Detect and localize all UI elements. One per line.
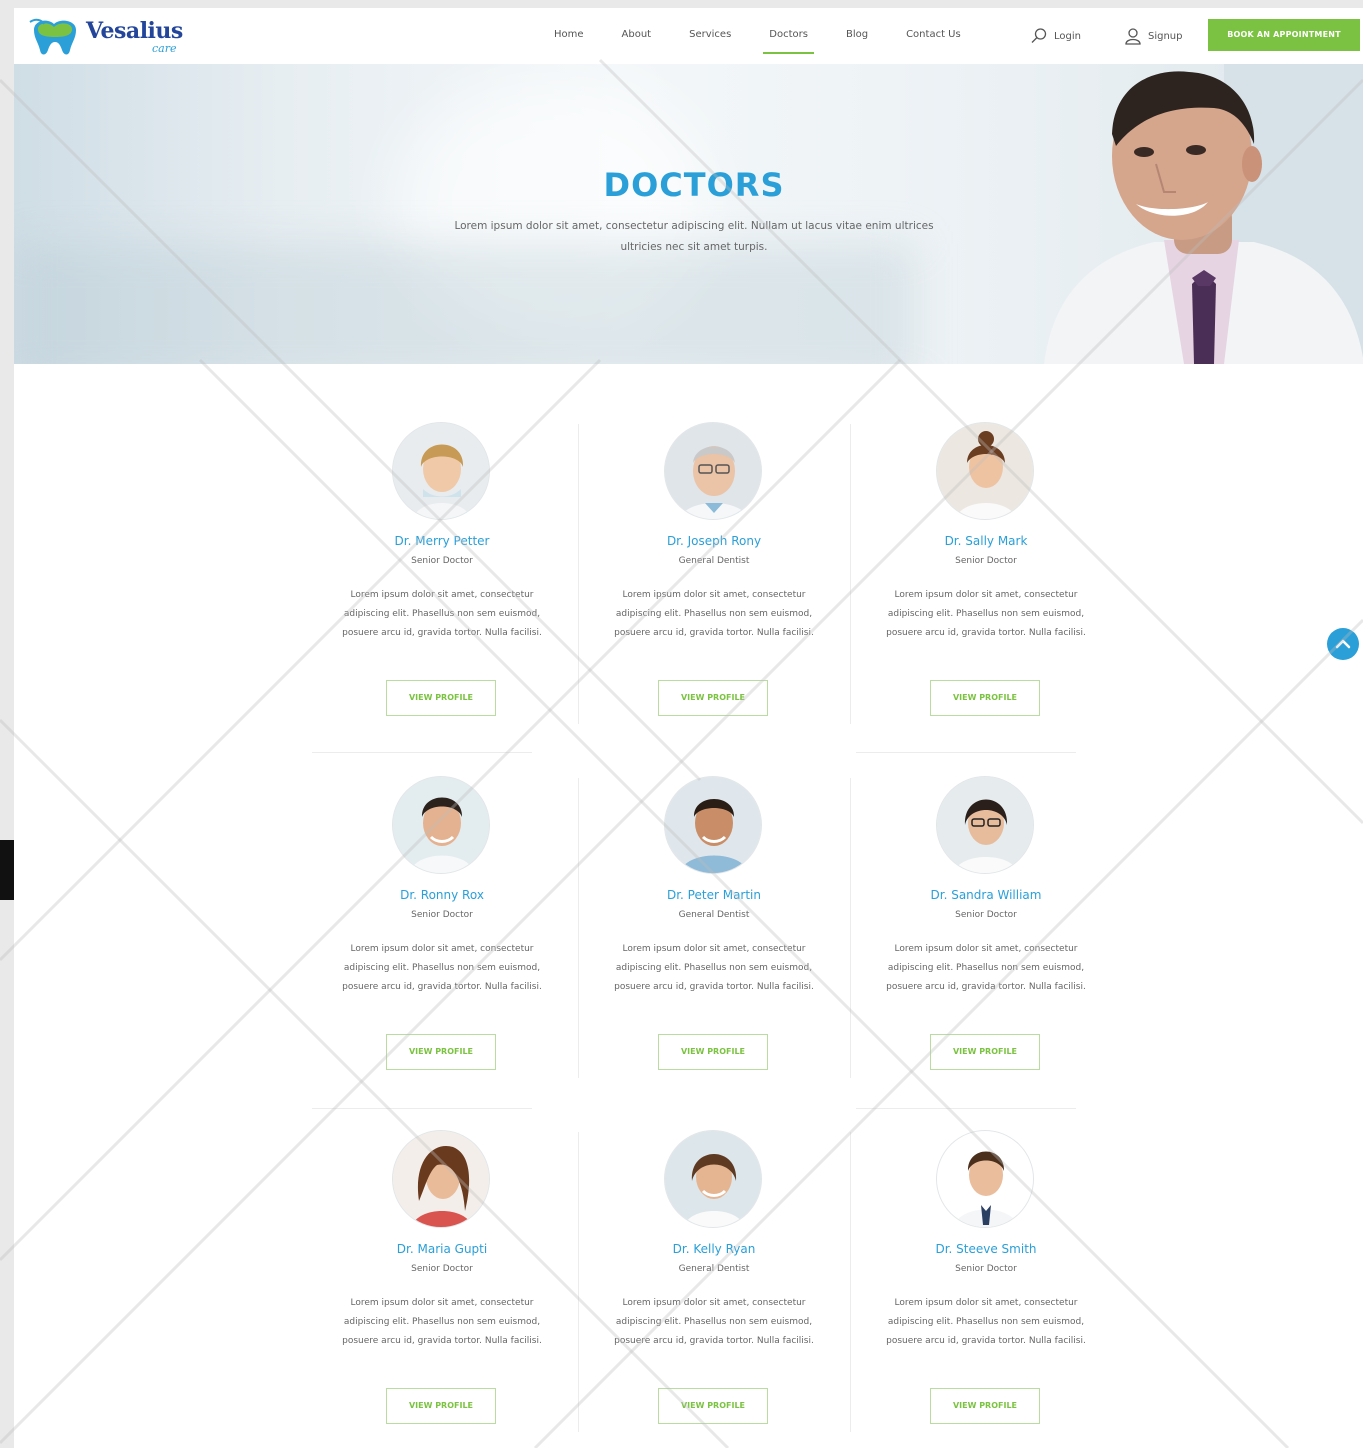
nav-item-contact[interactable]: Contact Us <box>906 8 961 64</box>
doctor-avatar <box>392 1130 490 1228</box>
nav-item-about[interactable]: About <box>622 8 652 64</box>
view-profile-button[interactable]: VIEW PROFILE <box>386 680 496 716</box>
doctor-name[interactable]: Dr. Merry Petter <box>306 534 578 548</box>
doctor-card: Dr. Ronny Rox Senior Doctor Lorem ipsum … <box>306 718 578 1072</box>
view-profile-button[interactable]: VIEW PROFILE <box>658 1388 768 1424</box>
login-label: Login <box>1054 30 1081 42</box>
doctor-avatar <box>936 1130 1034 1228</box>
doctor-avatar <box>392 776 490 874</box>
doctor-role: Senior Doctor <box>955 910 1017 920</box>
doctor-role: General Dentist <box>678 1264 750 1274</box>
page-title: DOCTORS <box>603 166 785 204</box>
view-profile-button[interactable]: VIEW PROFILE <box>658 680 768 716</box>
doctor-name[interactable]: Dr. Kelly Ryan <box>578 1242 850 1256</box>
doctor-card: Dr. Peter Martin General Dentist Lorem i… <box>578 718 850 1072</box>
hero-description: Lorem ipsum dolor sit amet, consectetur … <box>454 220 934 253</box>
doctor-card: Dr. Maria Gupti Senior Doctor Lorem ipsu… <box>306 1072 578 1426</box>
user-icon <box>1125 28 1141 45</box>
doctor-card: Dr. Steeve Smith Senior Doctor Lorem ips… <box>850 1072 1122 1426</box>
doctor-role: Senior Doctor <box>955 556 1017 566</box>
doctor-role: General Dentist <box>678 556 750 566</box>
doctor-name[interactable]: Dr. Peter Martin <box>578 888 850 902</box>
doctor-card: Dr. Merry Petter Senior Doctor Lorem ips… <box>306 364 578 718</box>
brand-name: Vesalius <box>86 18 183 44</box>
nav-item-services[interactable]: Services <box>689 8 731 64</box>
doctor-name[interactable]: Dr. Maria Gupti <box>306 1242 578 1256</box>
doctor-avatar <box>392 422 490 520</box>
brand-tagline: care <box>152 42 177 55</box>
nav-item-blog[interactable]: Blog <box>846 8 868 64</box>
login-link[interactable]: Login <box>1030 8 1081 64</box>
doctor-card: Dr. Sally Mark Senior Doctor Lorem ipsum… <box>850 364 1122 718</box>
view-profile-button[interactable]: VIEW PROFILE <box>930 1388 1040 1424</box>
doctor-bio: Lorem ipsum dolor sit amet, consectetur … <box>342 590 542 638</box>
doctor-role: Senior Doctor <box>955 1264 1017 1274</box>
logo[interactable]: Vesalius care <box>28 16 188 58</box>
doctor-avatar <box>664 776 762 874</box>
doctor-role: General Dentist <box>678 910 750 920</box>
doctor-avatar <box>664 1130 762 1228</box>
doctor-name[interactable]: Dr. Joseph Rony <box>578 534 850 548</box>
nav-item-home[interactable]: Home <box>554 8 584 64</box>
doctor-avatar <box>936 422 1034 520</box>
left-edge-artifact <box>0 840 14 900</box>
doctor-role: Senior Doctor <box>411 556 473 566</box>
page: Vesalius care Home About Services Doctor… <box>14 8 1363 1448</box>
view-profile-button[interactable]: VIEW PROFILE <box>658 1034 768 1070</box>
doctor-bio: Lorem ipsum dolor sit amet, consectetur … <box>614 590 814 638</box>
doctor-card: Dr. Joseph Rony General Dentist Lorem ip… <box>578 364 850 718</box>
doctor-role: Senior Doctor <box>411 1264 473 1274</box>
doctor-bio: Lorem ipsum dolor sit amet, consectetur … <box>886 944 1086 992</box>
doctor-card: Dr. Sandra William Senior Doctor Lorem i… <box>850 718 1122 1072</box>
view-profile-button[interactable]: VIEW PROFILE <box>930 1034 1040 1070</box>
view-profile-button[interactable]: VIEW PROFILE <box>386 1388 496 1424</box>
doctor-bio: Lorem ipsum dolor sit amet, consectetur … <box>342 1298 542 1346</box>
doctor-bio: Lorem ipsum dolor sit amet, consectetur … <box>886 1298 1086 1346</box>
doctor-bio: Lorem ipsum dolor sit amet, consectetur … <box>886 590 1086 638</box>
scroll-top-button[interactable] <box>1327 628 1359 660</box>
doctor-bio: Lorem ipsum dolor sit amet, consectetur … <box>614 944 814 992</box>
doctor-role: Senior Doctor <box>411 910 473 920</box>
nav-item-doctors[interactable]: Doctors <box>763 8 814 64</box>
search-icon <box>1031 28 1047 43</box>
doctor-avatar <box>936 776 1034 874</box>
hero-banner: DOCTORS Lorem ipsum dolor sit amet, cons… <box>14 64 1363 364</box>
signup-link[interactable]: Signup <box>1124 8 1183 64</box>
view-profile-button[interactable]: VIEW PROFILE <box>386 1034 496 1070</box>
book-appointment-button[interactable]: BOOK AN APPOINTMENT <box>1208 19 1360 51</box>
main-nav: Home About Services Doctors Blog Contact… <box>554 8 999 64</box>
doctor-name[interactable]: Dr. Steeve Smith <box>850 1242 1122 1256</box>
doctor-avatar <box>664 422 762 520</box>
doctor-photo <box>1044 64 1363 364</box>
tooth-logo-icon <box>29 18 76 55</box>
doctor-bio: Lorem ipsum dolor sit amet, consectetur … <box>614 1298 814 1346</box>
chevron-up-icon <box>1335 639 1351 649</box>
signup-label: Signup <box>1148 30 1183 42</box>
doctor-name[interactable]: Dr. Sally Mark <box>850 534 1122 548</box>
doctor-name[interactable]: Dr. Sandra William <box>850 888 1122 902</box>
doctor-name[interactable]: Dr. Ronny Rox <box>306 888 578 902</box>
view-profile-button[interactable]: VIEW PROFILE <box>930 680 1040 716</box>
site-header: Vesalius care Home About Services Doctor… <box>14 8 1363 64</box>
doctor-bio: Lorem ipsum dolor sit amet, consectetur … <box>342 944 542 992</box>
doctor-card: Dr. Kelly Ryan General Dentist Lorem ips… <box>578 1072 850 1426</box>
